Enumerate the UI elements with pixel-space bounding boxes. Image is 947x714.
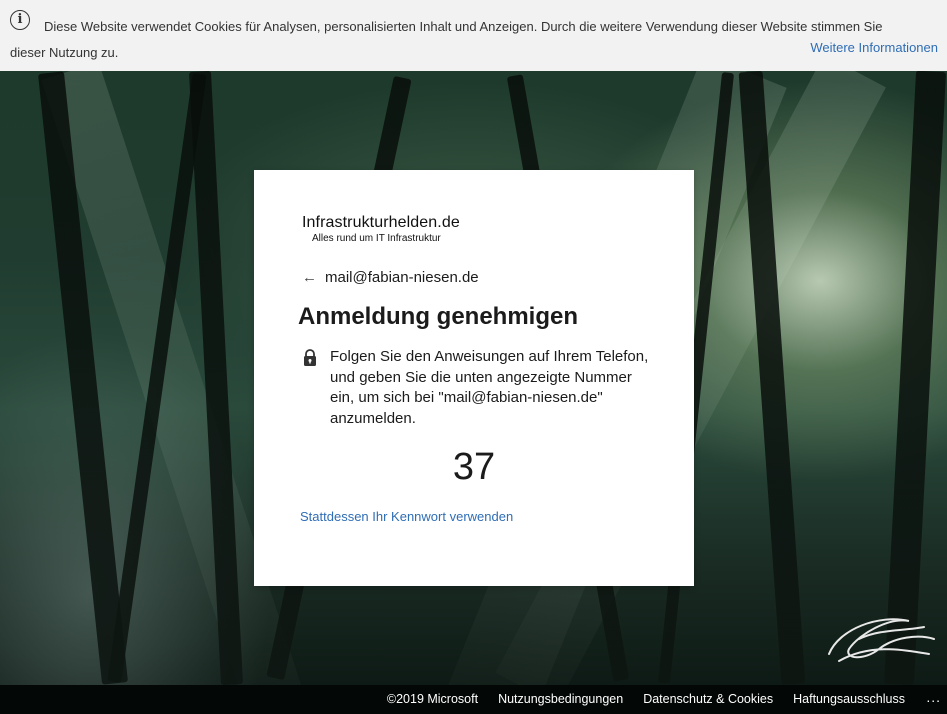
page-title: Anmeldung genehmigen bbox=[298, 303, 579, 330]
logo-subtitle: Alles rund um IT Infrastruktur bbox=[312, 233, 441, 244]
logo-title: Infrastrukturhelden.de bbox=[302, 214, 460, 231]
terms-link[interactable]: Nutzungsbedingungen bbox=[498, 692, 623, 706]
more-info-link[interactable]: Weitere Informationen bbox=[810, 40, 938, 55]
signature-logo bbox=[828, 618, 935, 662]
lock-icon bbox=[304, 349, 316, 366]
company-logo: Infrastrukturhelden.de Alles rund um IT … bbox=[302, 214, 460, 244]
verification-number: 37 bbox=[452, 446, 496, 488]
privacy-link[interactable]: Datenschutz & Cookies bbox=[643, 692, 773, 706]
sign-in-card: Infrastrukturhelden.de Alles rund um IT … bbox=[254, 170, 694, 586]
identity-banner: ← mail@fabian-niesen.de bbox=[302, 269, 479, 286]
footer: ©2019 Microsoft Nutzungsbedingungen Date… bbox=[0, 685, 947, 714]
copyright-text: ©2019 Microsoft bbox=[386, 692, 479, 706]
identity-email: mail@fabian-niesen.de bbox=[325, 269, 479, 286]
imprint-link[interactable]: Haftungsausschluss bbox=[793, 692, 905, 706]
instruction-row: Folgen Sie den Anweisungen auf Ihrem Tel… bbox=[302, 347, 652, 429]
use-password-link[interactable]: Stattdessen Ihr Kennwort verwenden bbox=[300, 509, 513, 524]
more-options-icon[interactable]: ... bbox=[926, 689, 941, 705]
tree-trunk bbox=[883, 71, 947, 685]
back-arrow-icon[interactable]: ← bbox=[302, 269, 317, 286]
cookie-banner: i Diese Website verwendet Cookies für An… bbox=[0, 0, 947, 71]
instruction-text: Folgen Sie den Anweisungen auf Ihrem Tel… bbox=[330, 348, 649, 427]
cookie-banner-text: Diese Website verwendet Cookies für Anal… bbox=[10, 19, 883, 60]
